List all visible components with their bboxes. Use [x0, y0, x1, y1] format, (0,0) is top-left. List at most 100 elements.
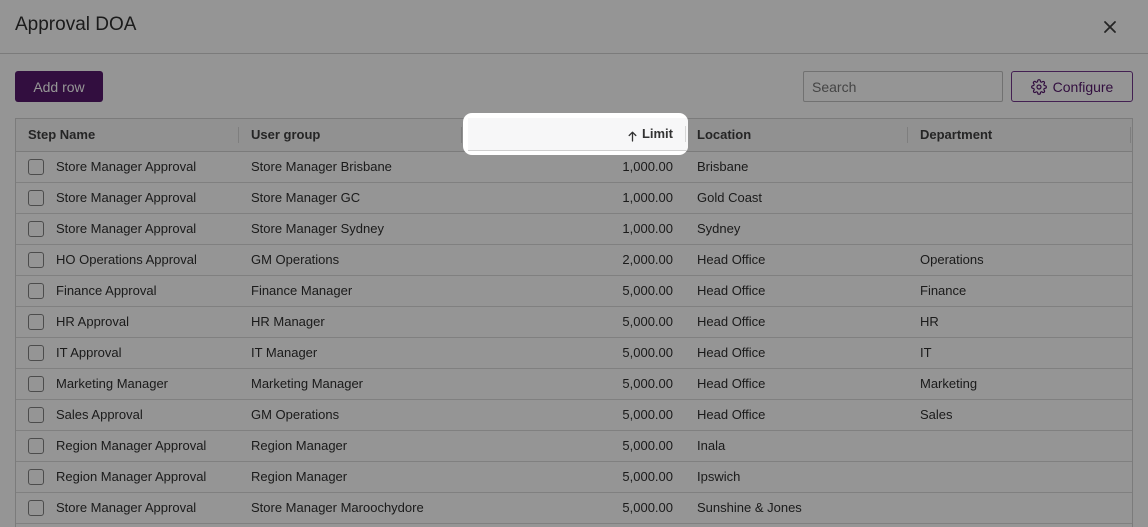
cell-user-group: Store Manager Sydney [251, 221, 384, 236]
cell-limit: 1,000.00 [622, 190, 673, 205]
cell-department: IT [920, 345, 932, 360]
cell-step-name: Region Manager Approval [56, 469, 207, 484]
table-row[interactable]: Store Manager Approval Store Manager Bris… [16, 152, 1132, 183]
row-checkbox[interactable] [28, 159, 44, 175]
row-checkbox[interactable] [28, 407, 44, 423]
approval-doa-dialog: Approval DOA Add row Configure Step Name… [0, 0, 1148, 527]
row-checkbox[interactable] [28, 283, 44, 299]
column-header-step-name[interactable]: Step Name [28, 119, 95, 151]
cell-user-group: Region Manager [251, 469, 348, 484]
table-row[interactable]: Store Manager Approval Store Manager Sydn… [16, 214, 1132, 245]
cell-limit: 5,000.00 [622, 376, 673, 391]
cell-location: Sunshine & Jones [697, 500, 802, 515]
limit-header-cell[interactable]: Limit [468, 118, 688, 151]
configure-button[interactable]: Configure [1011, 71, 1133, 102]
table-row[interactable]: HO Operations Approval GM Operations 2,000… [16, 245, 1132, 276]
column-divider[interactable] [1130, 127, 1131, 143]
cell-step-name: Marketing Manager [56, 376, 168, 391]
cell-location: Head Office [697, 252, 766, 267]
cell-location: Head Office [697, 407, 766, 422]
column-header-department[interactable]: Department [920, 119, 992, 151]
cell-department: Marketing [920, 376, 978, 391]
column-header-location[interactable]: Location [697, 119, 751, 151]
row-checkbox[interactable] [28, 438, 44, 454]
cell-location: Inala [697, 438, 726, 453]
cell-location: Head Office [697, 314, 766, 329]
gear-icon [1030, 78, 1047, 95]
table-row[interactable]: Store Manager Approval Store Manager GC 1,… [16, 183, 1132, 214]
search-input[interactable] [803, 71, 1003, 102]
add-row-button[interactable]: Add row [15, 71, 103, 102]
cell-step-name: Finance Approval [56, 283, 157, 298]
cell-limit: 1,000.00 [622, 221, 673, 236]
row-checkbox[interactable] [28, 376, 44, 392]
cell-user-group: Store Manager GC [251, 190, 361, 205]
cell-step-name: Region Manager Approval [56, 438, 207, 453]
dialog-header: Approval DOA [0, 0, 1148, 54]
cell-step-name: Store Manager Approval [56, 190, 197, 205]
table-row[interactable]: Marketing Manager Marketing Manager 5,000.… [16, 369, 1132, 400]
cell-department: Operations [920, 252, 984, 267]
cell-user-group: Finance Manager [251, 283, 353, 298]
cell-limit: 5,000.00 [622, 438, 673, 453]
cell-step-name: Store Manager Approval [56, 221, 197, 236]
row-checkbox[interactable] [28, 190, 44, 206]
table-row[interactable]: Region Manager Approval Region Manager 5,0… [16, 462, 1132, 493]
cell-limit: 1,000.00 [622, 159, 673, 174]
cell-limit: 5,000.00 [622, 314, 673, 329]
cell-step-name: HR Approval [56, 314, 129, 329]
cell-limit: 5,000.00 [622, 345, 673, 360]
table-row[interactable]: Region Manager Approval Region Manager 5,0… [16, 431, 1132, 462]
cell-location: Sydney [697, 221, 741, 236]
table-row[interactable]: HR Approval HR Manager 5,000.00 Head Office… [16, 307, 1132, 338]
cell-step-name: IT Approval [56, 345, 122, 360]
row-checkbox[interactable] [28, 469, 44, 485]
cell-user-group: GM Operations [251, 407, 340, 422]
cell-user-group: Store Manager Brisbane [251, 159, 392, 174]
row-checkbox[interactable] [28, 314, 44, 330]
column-divider[interactable] [907, 127, 908, 143]
cell-user-group: Region Manager [251, 438, 348, 453]
cell-user-group: Marketing Manager [251, 376, 363, 391]
cell-step-name: Store Manager Approval [56, 500, 197, 515]
column-divider[interactable] [461, 127, 462, 143]
arrow-up-icon [628, 129, 637, 147]
cell-location: Head Office [697, 345, 766, 360]
configure-label: Configure [1052, 78, 1114, 95]
cell-limit: 5,000.00 [622, 469, 673, 484]
cell-user-group: HR Manager [251, 314, 325, 329]
dialog-title: Approval DOA [15, 14, 137, 35]
cell-location: Head Office [697, 376, 766, 391]
cell-limit: 2,000.00 [622, 252, 673, 267]
highlighted-limit-header[interactable]: Limit [463, 113, 688, 155]
cell-limit: 5,000.00 [622, 407, 673, 422]
row-checkbox[interactable] [28, 500, 44, 516]
column-header-user-group[interactable]: User group [251, 119, 320, 151]
cell-location: Head Office [697, 283, 766, 298]
cell-step-name: Sales Approval [56, 407, 143, 422]
cell-step-name: Store Manager Approval [56, 159, 197, 174]
cell-location: Ipswich [697, 469, 741, 484]
column-divider[interactable] [685, 126, 686, 142]
cell-department: Finance [920, 283, 967, 298]
cell-user-group: IT Manager [251, 345, 318, 360]
cell-location: Brisbane [697, 159, 749, 174]
approval-table: Step Name User group Location Department… [15, 118, 1133, 527]
close-icon[interactable] [1100, 17, 1120, 37]
cell-limit: 5,000.00 [622, 283, 673, 298]
table-row[interactable]: Store Manager Approval Store Manager Maro… [16, 493, 1132, 524]
column-divider[interactable] [238, 127, 239, 143]
cell-department: HR [920, 314, 939, 329]
table-row[interactable]: IT Approval IT Manager 5,000.00 Head Office… [16, 338, 1132, 369]
cell-department: Sales [920, 407, 953, 422]
table-row[interactable]: Finance Approval Finance Manager 5,000.00 H… [16, 276, 1132, 307]
row-checkbox[interactable] [28, 221, 44, 237]
table-row[interactable]: Sales Approval GM Operations 5,000.00 Head … [16, 400, 1132, 431]
column-header-limit[interactable]: Limit [642, 118, 673, 150]
cell-user-group: Store Manager Maroochydore [251, 500, 424, 515]
row-checkbox[interactable] [28, 345, 44, 361]
cell-limit: 5,000.00 [622, 500, 673, 515]
cell-step-name: HO Operations Approval [56, 252, 197, 267]
row-checkbox[interactable] [28, 252, 44, 268]
cell-location: Gold Coast [697, 190, 763, 205]
